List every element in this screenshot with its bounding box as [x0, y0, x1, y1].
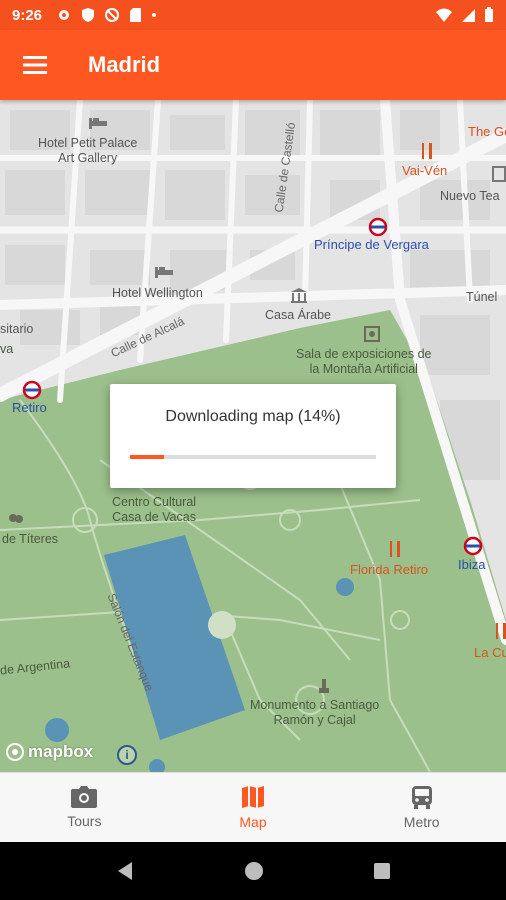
- map-icon: [242, 786, 264, 808]
- hamburger-icon: [23, 56, 47, 74]
- hotel-icon[interactable]: [154, 265, 174, 279]
- label-casa-arabe: Casa Árabe: [265, 308, 332, 322]
- gallery-icon[interactable]: [364, 326, 380, 342]
- mapbox-logo[interactable]: mapbox: [6, 742, 93, 762]
- label-la-cu: La Cu: [474, 645, 506, 660]
- no-sync-icon: [105, 8, 120, 22]
- sd-card-icon: [130, 8, 142, 22]
- label-centro-cultural: Centro Cultural Casa de Vacas: [112, 495, 197, 524]
- label-va: va: [0, 342, 14, 356]
- app-bar: Madrid: [0, 30, 506, 100]
- label-sitario: sitario: [0, 322, 34, 336]
- theater-icon[interactable]: [8, 512, 24, 526]
- museum-icon[interactable]: [290, 287, 308, 303]
- hotel-icon[interactable]: [88, 116, 108, 130]
- system-navigation-bar: [0, 842, 506, 900]
- label-sala-exposiciones: Sala de exposiciones de la Montaña Artif…: [296, 347, 432, 376]
- label-titeres: de Títeres: [2, 532, 59, 546]
- mapbox-label: mapbox: [28, 742, 94, 761]
- bottom-navigation: Tours Map Metro: [0, 772, 506, 842]
- label-florida-retiro: Florida Retiro: [350, 562, 429, 577]
- page-title: Madrid: [88, 52, 161, 77]
- wifi-icon: [436, 8, 452, 22]
- nav-label-map: Map: [239, 814, 267, 830]
- attribution-info-button[interactable]: i: [117, 745, 137, 765]
- label-retiro: Retiro: [12, 400, 47, 415]
- shield-icon: [82, 8, 95, 22]
- nav-item-metro[interactable]: Metro: [337, 773, 506, 842]
- metro-icon-retiro[interactable]: [22, 380, 42, 400]
- restaurant-icon[interactable]: [494, 622, 506, 640]
- camera-icon: [71, 786, 98, 808]
- label-the-ge: The Ge: [468, 124, 506, 139]
- nav-item-tours[interactable]: Tours: [0, 773, 169, 842]
- settings-icon: [59, 10, 70, 20]
- label-principe-vergara: Príncipe de Vergara: [314, 237, 429, 252]
- download-progress-bar: [130, 455, 376, 459]
- download-message: Downloading map (14%): [165, 408, 341, 425]
- label-nuevo-tea: Nuevo Tea: [440, 189, 500, 203]
- status-time: 9:26: [12, 6, 43, 24]
- menu-button[interactable]: [0, 30, 70, 100]
- label-hotel-petit: Hotel Petit Palace Art Gallery: [38, 136, 138, 165]
- monument-icon[interactable]: [318, 678, 330, 694]
- signal-icon: [462, 9, 475, 22]
- restaurant-icon[interactable]: [420, 142, 434, 160]
- label-monumento: Monumento a Santiago Ramón y Cajal: [250, 698, 380, 727]
- battery-icon: [485, 7, 493, 22]
- metro-icon-ibiza[interactable]: [463, 536, 483, 556]
- gallery-icon[interactable]: [492, 166, 506, 182]
- label-hotel-wellington: Hotel Wellington: [112, 286, 203, 300]
- dot-icon: [152, 13, 157, 17]
- download-dialog: Downloading map (14%): [110, 384, 396, 488]
- nav-label-tours: Tours: [67, 813, 102, 829]
- recents-icon[interactable]: [372, 861, 392, 881]
- metro-icon-principe-vergara[interactable]: [368, 217, 388, 237]
- nav-item-map[interactable]: Map: [169, 773, 338, 842]
- status-bar: 9:26: [0, 0, 506, 30]
- restaurant-icon[interactable]: [388, 540, 402, 558]
- download-progress-fill: [130, 455, 165, 459]
- label-tunel: Túnel: [466, 290, 498, 304]
- label-ibiza: Ibiza: [458, 557, 486, 572]
- back-icon[interactable]: [114, 860, 136, 882]
- nav-label-metro: Metro: [403, 814, 440, 830]
- home-icon[interactable]: [243, 860, 265, 882]
- bus-icon: [411, 786, 432, 809]
- mapbox-icon: [6, 743, 24, 761]
- label-vai-ven: Vai-Vén: [402, 163, 448, 178]
